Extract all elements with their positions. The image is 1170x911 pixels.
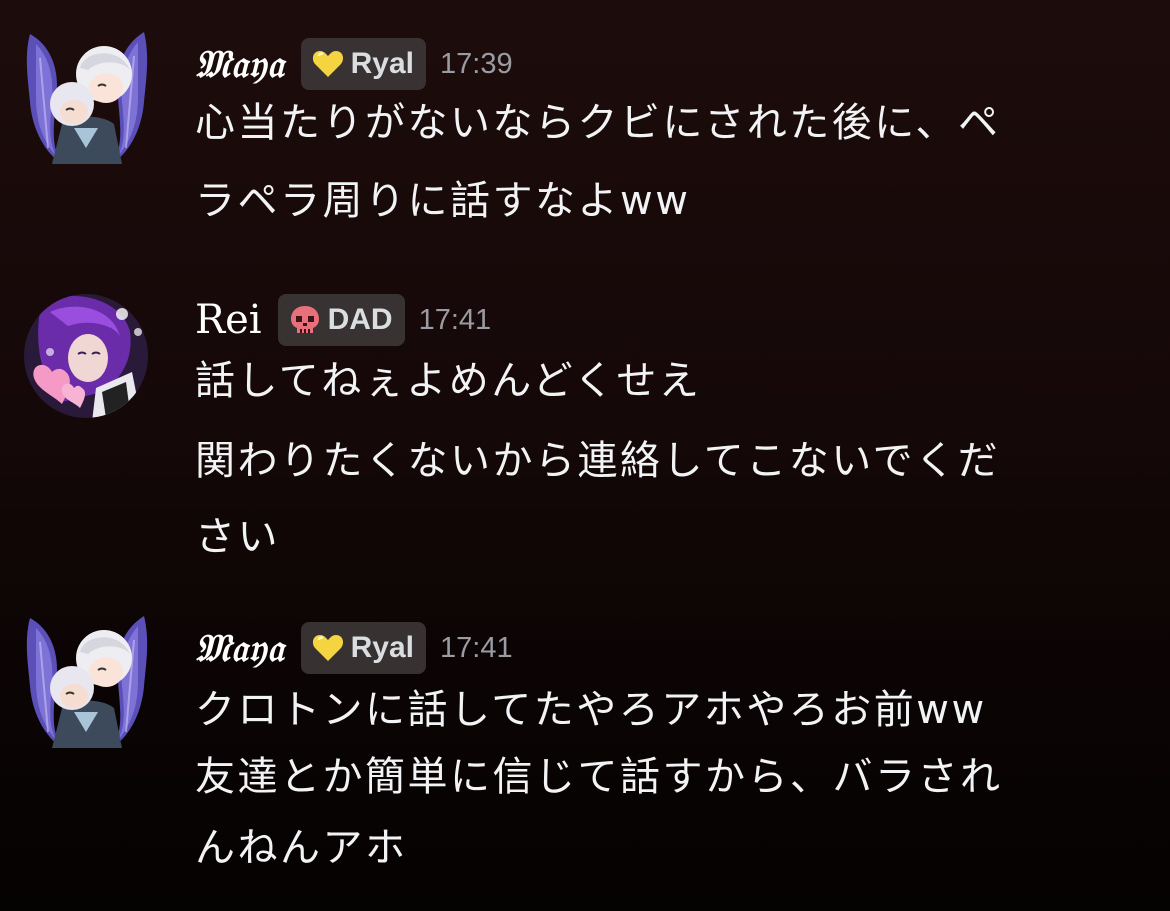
timestamp: 17:41 bbox=[418, 303, 492, 336]
timestamp: 17:41 bbox=[440, 631, 513, 664]
message-text-line: 友達とか簡単に信じて話すから、バラされ bbox=[195, 754, 1003, 800]
role-tag[interactable]: DAD bbox=[277, 294, 405, 346]
skull-icon bbox=[288, 303, 322, 337]
message-header: 𝔐𝔞𝔶𝔞 Ryal 17:39 bbox=[195, 36, 513, 92]
chat-view: { "messages": [ { "username": "𝔐𝔞𝔶𝔞", "t… bbox=[0, 0, 1170, 911]
role-tag-label: Ryal bbox=[350, 631, 414, 664]
yellow-heart-icon bbox=[311, 631, 345, 665]
yellow-heart-icon bbox=[311, 47, 345, 81]
message-text-line: 関わりたくないから連絡してこないでくだ bbox=[195, 438, 1001, 484]
message-header: 𝔐𝔞𝔶𝔞 Ryal 17:41 bbox=[195, 620, 513, 676]
username[interactable]: 𝔐𝔞𝔶𝔞 bbox=[195, 41, 285, 87]
role-tag[interactable]: Ryal bbox=[300, 38, 426, 90]
maya-avatar[interactable] bbox=[22, 612, 150, 748]
message-text-line: 心当たりがないならクビにされた後に、ペ bbox=[195, 100, 1001, 146]
role-tag-label: DAD bbox=[327, 303, 393, 336]
timestamp: 17:39 bbox=[440, 47, 513, 80]
username[interactable]: Rei bbox=[195, 297, 262, 343]
role-tag-label: Ryal bbox=[350, 47, 414, 80]
message-text-line: クロトンに話してたやろアホやろお前ww bbox=[195, 687, 987, 733]
message-text-line: さい bbox=[195, 514, 280, 560]
rei-avatar[interactable] bbox=[22, 292, 150, 420]
message-header: Rei DAD 17:41 bbox=[195, 292, 491, 348]
message-text-line: んねんアホ bbox=[195, 825, 408, 871]
role-tag[interactable]: Ryal bbox=[300, 622, 426, 674]
maya-avatar[interactable] bbox=[22, 28, 150, 164]
username[interactable]: 𝔐𝔞𝔶𝔞 bbox=[195, 625, 285, 671]
message-text-line: 話してねぇよめんどくせえ bbox=[195, 358, 702, 404]
message-text-line: ラペラ周りに話すなよww bbox=[195, 178, 691, 224]
